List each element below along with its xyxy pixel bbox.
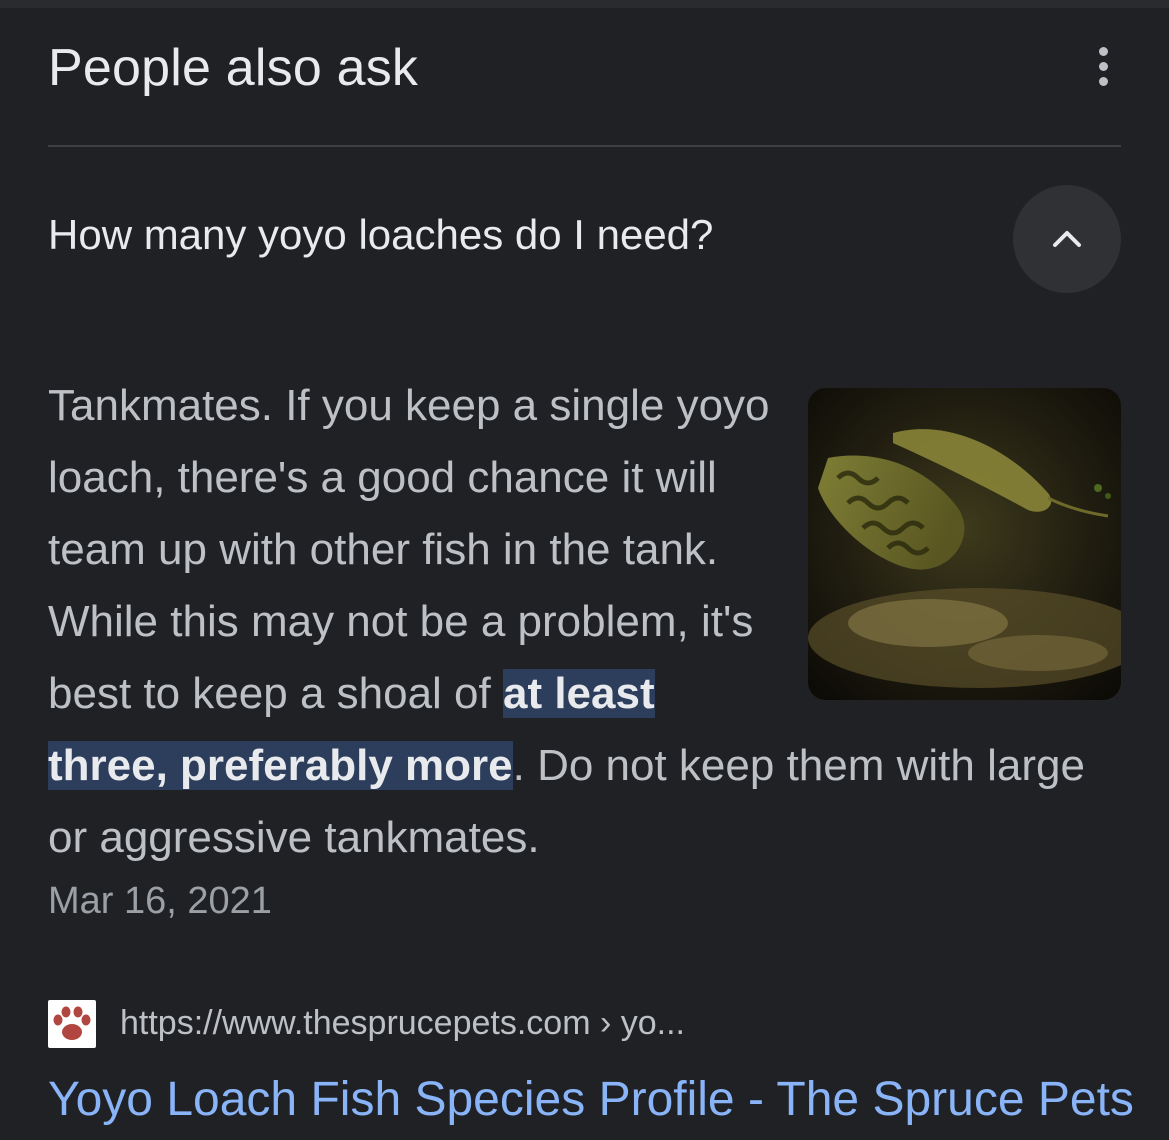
section-title: People also ask: [48, 39, 419, 97]
answer-block: Tankmates. If you keep a single yoyo loa…: [48, 370, 1121, 874]
collapse-button[interactable]: [1013, 185, 1121, 293]
more-options-button[interactable]: [1091, 42, 1115, 90]
divider: [48, 145, 1121, 147]
yoyo-loach-image: [808, 388, 1121, 700]
answer-text-before: Tankmates. If you keep a single yoyo loa…: [48, 381, 770, 718]
fish-thumbnail[interactable]: [808, 388, 1121, 700]
top-bar: [0, 0, 1169, 8]
more-vert-dot: [1098, 76, 1108, 86]
question-text: How many yoyo loaches do I need?: [48, 211, 714, 258]
question-row[interactable]: How many yoyo loaches do I need?: [48, 185, 1121, 293]
source-url[interactable]: https://www.thesprucepets.com › yo...: [120, 1004, 685, 1043]
result-title-link[interactable]: Yoyo Loach Fish Species Profile - The Sp…: [48, 1072, 1134, 1127]
more-vert-dot: [1098, 61, 1108, 71]
chevron-up-icon: [1053, 231, 1081, 247]
answer-date: Mar 16, 2021: [48, 880, 272, 922]
source-row[interactable]: https://www.thesprucepets.com › yo...: [48, 1000, 1121, 1050]
paw-icon: [48, 1000, 96, 1048]
people-also-ask-header: People also ask: [48, 30, 1121, 110]
more-vert-icon: [1098, 46, 1108, 56]
